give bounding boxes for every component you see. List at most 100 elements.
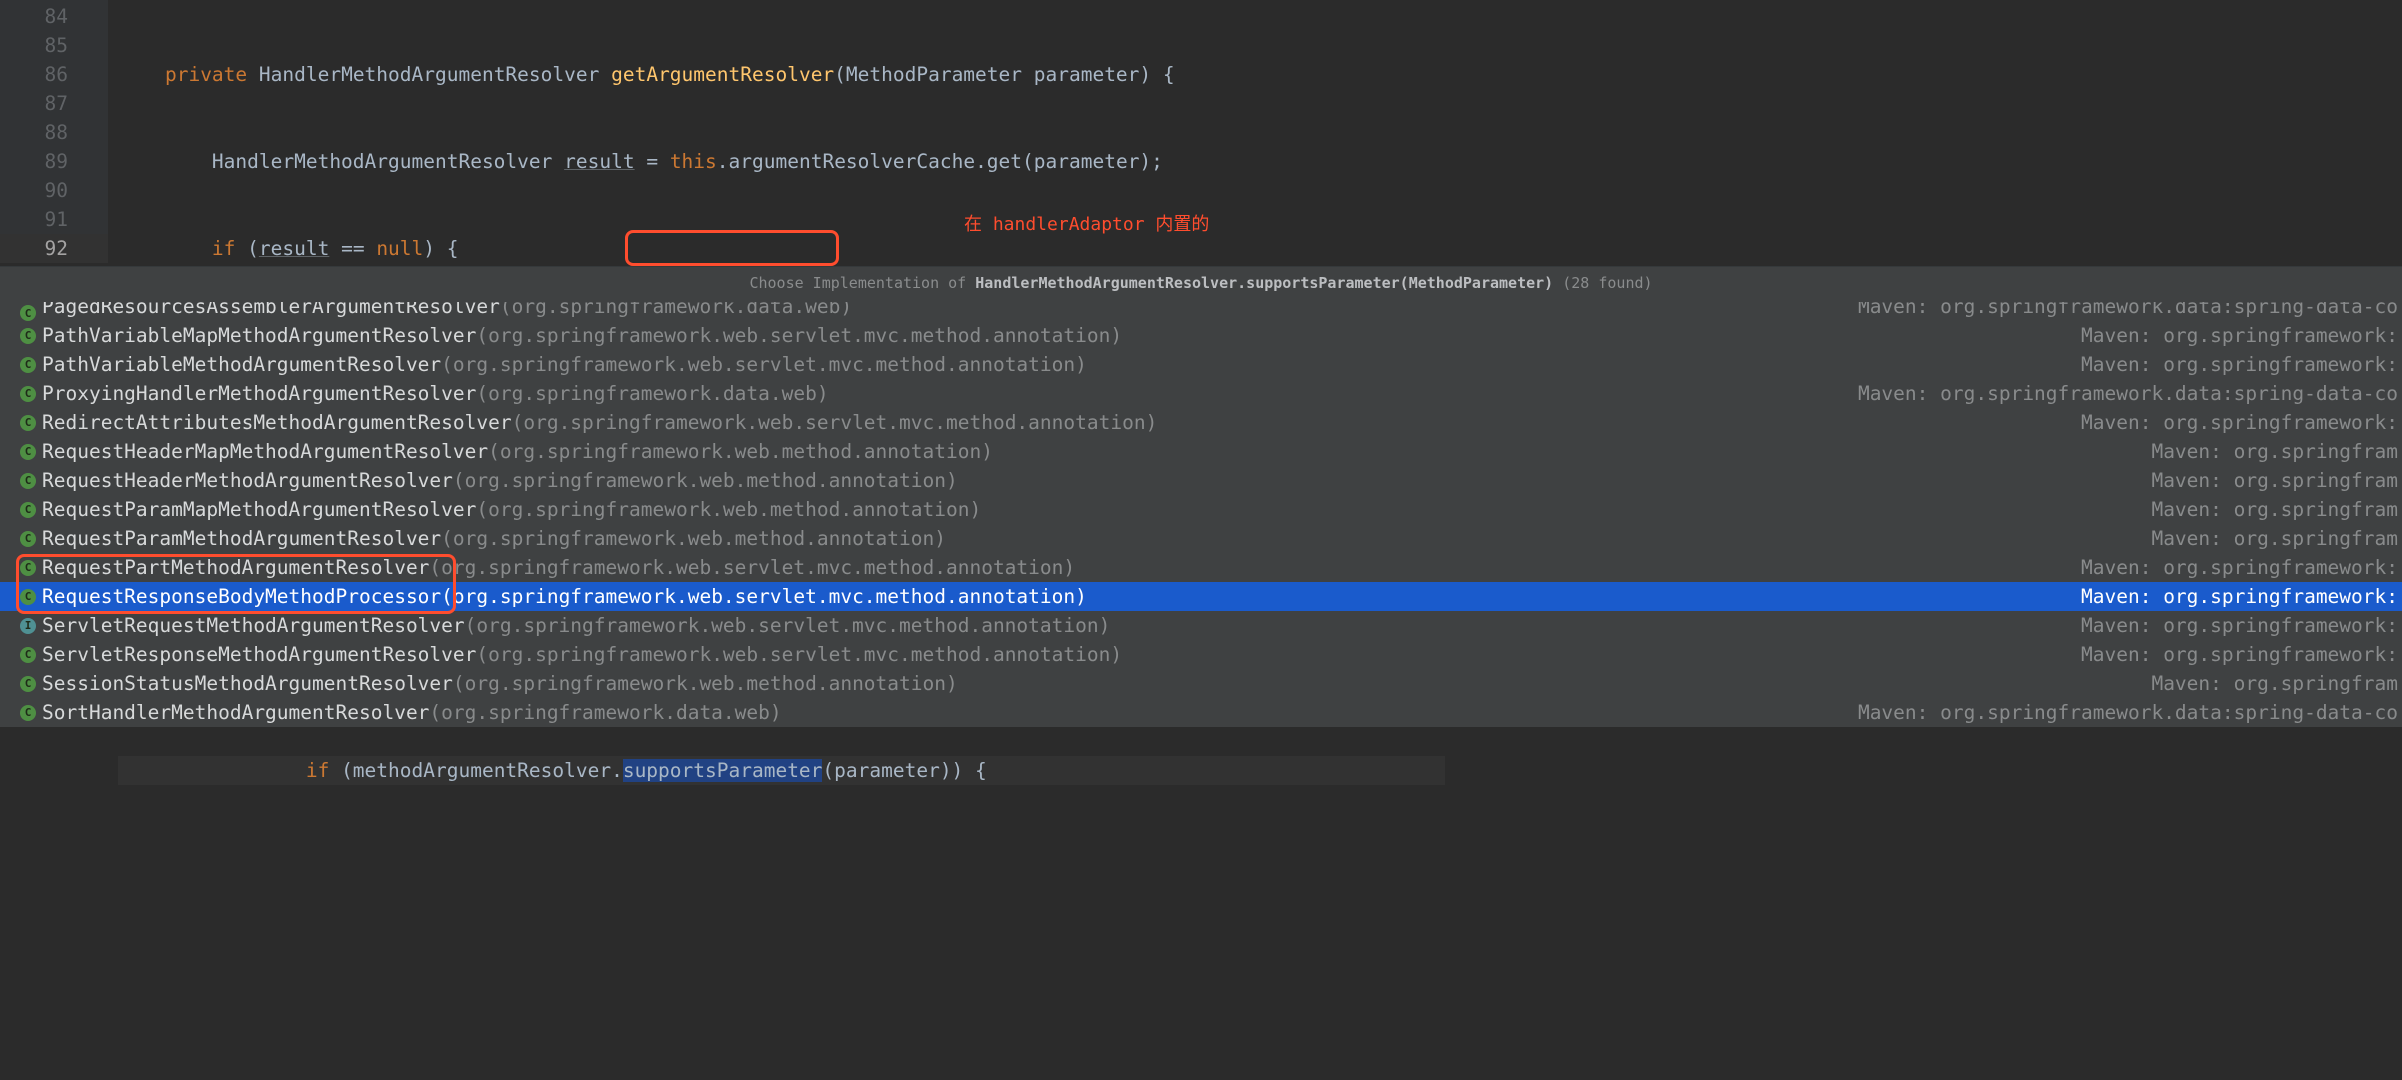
class-icon: C xyxy=(20,705,36,721)
source-label: Maven: org.springframework.data:spring-d… xyxy=(1858,302,2402,321)
package-name: (org.springframework.web.servlet.mvc.met… xyxy=(465,611,1111,640)
line-number: 91 xyxy=(0,205,108,234)
class-name: PathVariableMapMethodArgumentResolver xyxy=(42,321,476,350)
code-text: (methodArgumentResolver. xyxy=(329,759,623,782)
interface-icon: I xyxy=(20,618,36,634)
source-label: Maven: org.springfram xyxy=(2151,669,2402,698)
code-line[interactable]: HandlerMethodArgumentResolver result = t… xyxy=(118,147,1445,176)
source-label: Maven: org.springframework: xyxy=(2081,640,2402,669)
line-number-current: 92 xyxy=(0,234,108,263)
class-icon: C xyxy=(20,357,36,373)
highlight-box-method xyxy=(625,230,839,266)
highlight-box-selected-item xyxy=(16,554,456,614)
selected-identifier: supportsParameter xyxy=(623,759,823,782)
line-number: 90 xyxy=(0,176,108,205)
keyword: if xyxy=(212,237,235,260)
popup-title-target: HandlerMethodArgumentResolver.supportsPa… xyxy=(975,274,1553,292)
class-name: RequestHeaderMapMethodArgumentResolver xyxy=(42,437,488,466)
class-name: RequestHeaderMethodArgumentResolver xyxy=(42,466,453,495)
implementation-item[interactable]: C PagedResourcesAssemblerArgumentResolver… xyxy=(0,302,2402,321)
variable: result xyxy=(564,150,634,173)
code-text: == xyxy=(329,237,376,260)
method-name: getArgumentResolver xyxy=(611,63,834,86)
source-label: Maven: org.springframework: xyxy=(2081,408,2402,437)
source-label: Maven: org.springframework.data:spring-d… xyxy=(1858,698,2402,727)
code-text: ( xyxy=(235,237,258,260)
class-name: RequestParamMapMethodArgumentResolver xyxy=(42,495,476,524)
implementation-item[interactable]: C ProxyingHandlerMethodArgumentResolver (… xyxy=(0,379,2402,408)
source-label: Maven: org.springframework: xyxy=(2081,350,2402,379)
code-text: (MethodParameter parameter) { xyxy=(834,63,1174,86)
popup-title-pre: Choose Implementation of xyxy=(749,274,975,292)
code-line[interactable]: private HandlerMethodArgumentResolver ge… xyxy=(118,60,1445,89)
package-name: (org.springframework.data.web) xyxy=(476,379,828,408)
class-name: PathVariableMethodArgumentResolver xyxy=(42,350,441,379)
class-icon: C xyxy=(20,676,36,692)
popup-title: Choose Implementation of HandlerMethodAr… xyxy=(0,267,2402,302)
implementations-list[interactable]: C PagedResourcesAssemblerArgumentResolver… xyxy=(0,302,2402,727)
implementation-item[interactable]: C RequestHeaderMethodArgumentResolver (or… xyxy=(0,466,2402,495)
implementations-popup[interactable]: Choose Implementation of HandlerMethodAr… xyxy=(0,266,2402,727)
gutter: 84 85 86 87 88 89 90 91 92 xyxy=(0,0,108,263)
code-line-current[interactable]: if (methodArgumentResolver.supportsParam… xyxy=(118,756,1445,785)
source-label: Maven: org.springframework: xyxy=(2081,611,2402,640)
implementation-item[interactable]: C RedirectAttributesMethodArgumentResolve… xyxy=(0,408,2402,437)
line-number: 87 xyxy=(0,89,108,118)
class-icon: C xyxy=(20,531,36,547)
package-name: (org.springframework.web.method.annotati… xyxy=(476,495,981,524)
source-label: Maven: org.springfram xyxy=(2151,495,2402,524)
implementation-item[interactable]: C RequestParamMethodArgumentResolver (org… xyxy=(0,524,2402,553)
class-icon: C xyxy=(20,386,36,402)
class-name: SessionStatusMethodArgumentResolver xyxy=(42,669,453,698)
class-icon: C xyxy=(20,473,36,489)
line-number: 89 xyxy=(0,147,108,176)
package-name: (org.springframework.web.servlet.mvc.met… xyxy=(441,582,1087,611)
source-label: Maven: org.springframework: xyxy=(2081,321,2402,350)
class-icon: C xyxy=(20,415,36,431)
implementation-item[interactable]: C PathVariableMethodArgumentResolver (org… xyxy=(0,350,2402,379)
source-label: Maven: org.springframework: xyxy=(2081,553,2402,582)
popup-title-post: (28 found) xyxy=(1553,274,1652,292)
package-name: (org.springframework.web.servlet.mvc.met… xyxy=(476,321,1122,350)
implementation-item[interactable]: CRequestParamMapMethodArgumentResolver (… xyxy=(0,495,2402,524)
package-name: (org.springframework.web.method.annotati… xyxy=(488,437,993,466)
source-label: Maven: org.springfram xyxy=(2151,466,2402,495)
code-text: (parameter)) { xyxy=(822,759,986,782)
annotation-text: 在 handlerAdaptor 内置的 xyxy=(964,210,1209,239)
class-icon: C xyxy=(20,305,36,321)
implementation-item[interactable]: C SessionStatusMethodArgumentResolver (or… xyxy=(0,669,2402,698)
keyword: private xyxy=(165,63,247,86)
class-name: ServletResponseMethodArgumentResolver xyxy=(42,640,476,669)
code-text: . xyxy=(717,150,729,173)
line-number: 88 xyxy=(0,118,108,147)
package-name: (org.springframework.data.web) xyxy=(429,698,781,727)
code-text: ) { xyxy=(423,237,458,260)
class-name: RequestParamMethodArgumentResolver xyxy=(42,524,441,553)
package-name: (org.springframework.web.servlet.mvc.met… xyxy=(441,350,1087,379)
line-number: 84 xyxy=(0,2,108,31)
class-name: PagedResourcesAssemblerArgumentResolver xyxy=(42,302,500,321)
implementation-item[interactable]: CSortHandlerMethodArgumentResolver (org.… xyxy=(0,698,2402,727)
class-name: ServletRequestMethodArgumentResolver xyxy=(42,611,465,640)
implementation-item[interactable]: C PathVariableMapMethodArgumentResolver (… xyxy=(0,321,2402,350)
package-name: (org.springframework.web.servlet.mvc.met… xyxy=(512,408,1158,437)
keyword: if xyxy=(306,759,329,782)
source-label: Maven: org.springframework.data:spring-d… xyxy=(1858,379,2402,408)
line-number: 86 xyxy=(0,60,108,89)
class-name: RedirectAttributesMethodArgumentResolver xyxy=(42,408,512,437)
code-text: HandlerMethodArgumentResolver xyxy=(212,150,564,173)
implementation-item[interactable]: I ServletRequestMethodArgumentResolver (o… xyxy=(0,611,2402,640)
source-label: Maven: org.springframework: xyxy=(2081,582,2402,611)
package-name: (org.springframework.web.method.annotati… xyxy=(453,669,958,698)
source-label: Maven: org.springfram xyxy=(2151,437,2402,466)
package-name: (org.springframework.web.method.annotati… xyxy=(453,466,958,495)
implementation-item[interactable]: CRequestHeaderMapMethodArgumentResolver … xyxy=(0,437,2402,466)
class-icon: C xyxy=(20,444,36,460)
class-name: ProxyingHandlerMethodArgumentResolver xyxy=(42,379,476,408)
variable: result xyxy=(259,237,329,260)
implementation-item[interactable]: CServletResponseMethodArgumentResolver (… xyxy=(0,640,2402,669)
package-name: (org.springframework.web.servlet.mvc.met… xyxy=(429,553,1075,582)
class-icon: C xyxy=(20,328,36,344)
package-name: (org.springframework.web.method.annotati… xyxy=(441,524,946,553)
line-number: 85 xyxy=(0,31,108,60)
